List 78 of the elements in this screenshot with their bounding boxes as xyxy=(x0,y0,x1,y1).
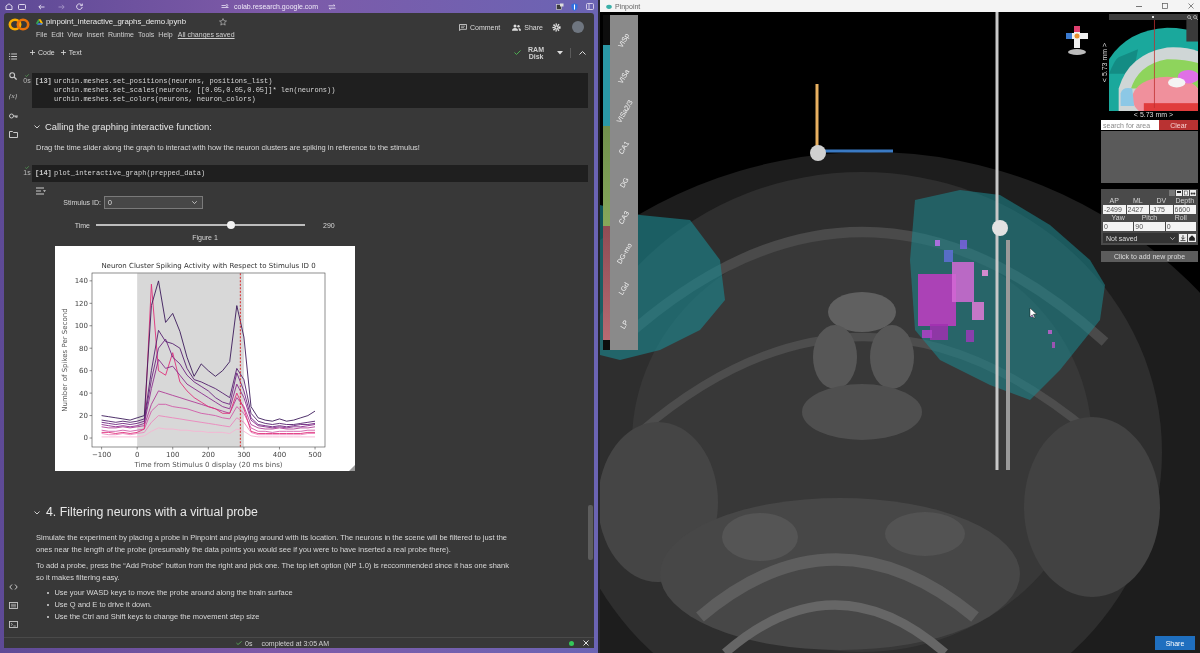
slice-marker-icon[interactable] xyxy=(1152,16,1154,18)
status-dot-icon xyxy=(569,640,574,646)
zoom-out-icon[interactable] xyxy=(1193,14,1198,20)
folder-icon[interactable] xyxy=(8,131,18,138)
section-heading: 4. Filtering neurons with a virtual probe xyxy=(46,504,258,521)
check-icon xyxy=(25,74,29,77)
drive-icon xyxy=(36,18,43,25)
home-icon[interactable] xyxy=(1188,234,1196,242)
page-icon[interactable] xyxy=(1183,190,1189,196)
neuron-marker xyxy=(960,240,967,249)
caret-down-icon xyxy=(192,201,197,204)
download-icon[interactable] xyxy=(1179,234,1187,242)
shield-icon[interactable] xyxy=(571,2,578,11)
neuron-marker xyxy=(1052,342,1055,348)
reload-icon[interactable] xyxy=(76,3,83,10)
check-icon xyxy=(25,166,29,169)
back-icon[interactable] xyxy=(38,3,45,10)
sidebar-icon[interactable] xyxy=(586,3,594,10)
check-icon xyxy=(236,641,242,645)
table-of-contents-icon[interactable] xyxy=(9,53,17,60)
scrollbar[interactable] xyxy=(588,505,593,560)
zoom-in-icon[interactable] xyxy=(1187,14,1192,20)
neuron-marker xyxy=(1048,330,1052,334)
people-icon xyxy=(512,23,522,31)
plus-icon xyxy=(60,50,66,55)
site-info-icon[interactable] xyxy=(221,4,229,9)
resize-grip-icon[interactable] xyxy=(349,465,355,471)
tick-mark xyxy=(89,303,93,304)
tick-mark xyxy=(89,437,93,439)
loops-logo-icon[interactable] xyxy=(8,18,30,31)
comment-icon xyxy=(458,23,467,31)
tick-mark xyxy=(172,446,174,450)
workspaces-icon[interactable] xyxy=(5,3,13,10)
terminal-icon[interactable] xyxy=(8,621,18,628)
extension-icon[interactable] xyxy=(556,3,564,10)
minimize-icon[interactable] xyxy=(1136,5,1142,7)
tick-mark xyxy=(101,446,102,450)
search-icon[interactable] xyxy=(9,72,17,80)
check-icon xyxy=(514,50,522,55)
tick-mark xyxy=(279,446,280,450)
tick-mark xyxy=(89,325,93,327)
tick-mark xyxy=(89,370,93,371)
probe-drawing[interactable] xyxy=(992,12,1010,470)
chevron-icon[interactable] xyxy=(34,124,40,129)
tick-mark xyxy=(314,446,316,450)
neuron-marker xyxy=(982,270,988,276)
slider-thumb[interactable] xyxy=(226,221,235,229)
command-palette-icon[interactable] xyxy=(8,602,18,609)
neuron-marker xyxy=(935,240,940,246)
section-heading: Calling the graphing interactive function: xyxy=(45,120,212,133)
app-icon xyxy=(606,3,612,9)
settings-icon[interactable] xyxy=(552,22,561,32)
tick-mark xyxy=(208,446,209,450)
floppy-icon[interactable] xyxy=(1176,190,1182,196)
caret-down-icon[interactable] xyxy=(557,50,563,55)
orientation-gizmo-icon[interactable] xyxy=(1066,26,1088,55)
user-avatar[interactable] xyxy=(572,21,584,33)
tick-mark xyxy=(243,446,245,450)
star-icon[interactable] xyxy=(219,17,227,26)
code-icon[interactable] xyxy=(8,584,18,590)
key-icon[interactable] xyxy=(8,113,18,119)
neuron-marker xyxy=(966,330,974,342)
tick-mark xyxy=(89,392,93,394)
plus-icon xyxy=(30,50,35,55)
maximize-icon[interactable] xyxy=(1162,3,1168,9)
tick-mark xyxy=(136,446,138,450)
tick-mark xyxy=(89,347,93,349)
tabs-icon[interactable] xyxy=(18,3,26,10)
caret-up-icon[interactable] xyxy=(579,50,586,55)
cursor-icon xyxy=(1029,307,1037,319)
swap-icon[interactable] xyxy=(328,3,337,10)
axis-gizmo-drawing[interactable] xyxy=(810,84,893,161)
binoculars-icon[interactable] xyxy=(1190,190,1196,196)
tick-mark xyxy=(89,415,93,416)
tick-mark xyxy=(89,280,93,282)
caret-down-icon xyxy=(1170,236,1175,240)
output-options-icon[interactable] xyxy=(36,187,46,195)
chevron-icon[interactable] xyxy=(34,510,40,515)
